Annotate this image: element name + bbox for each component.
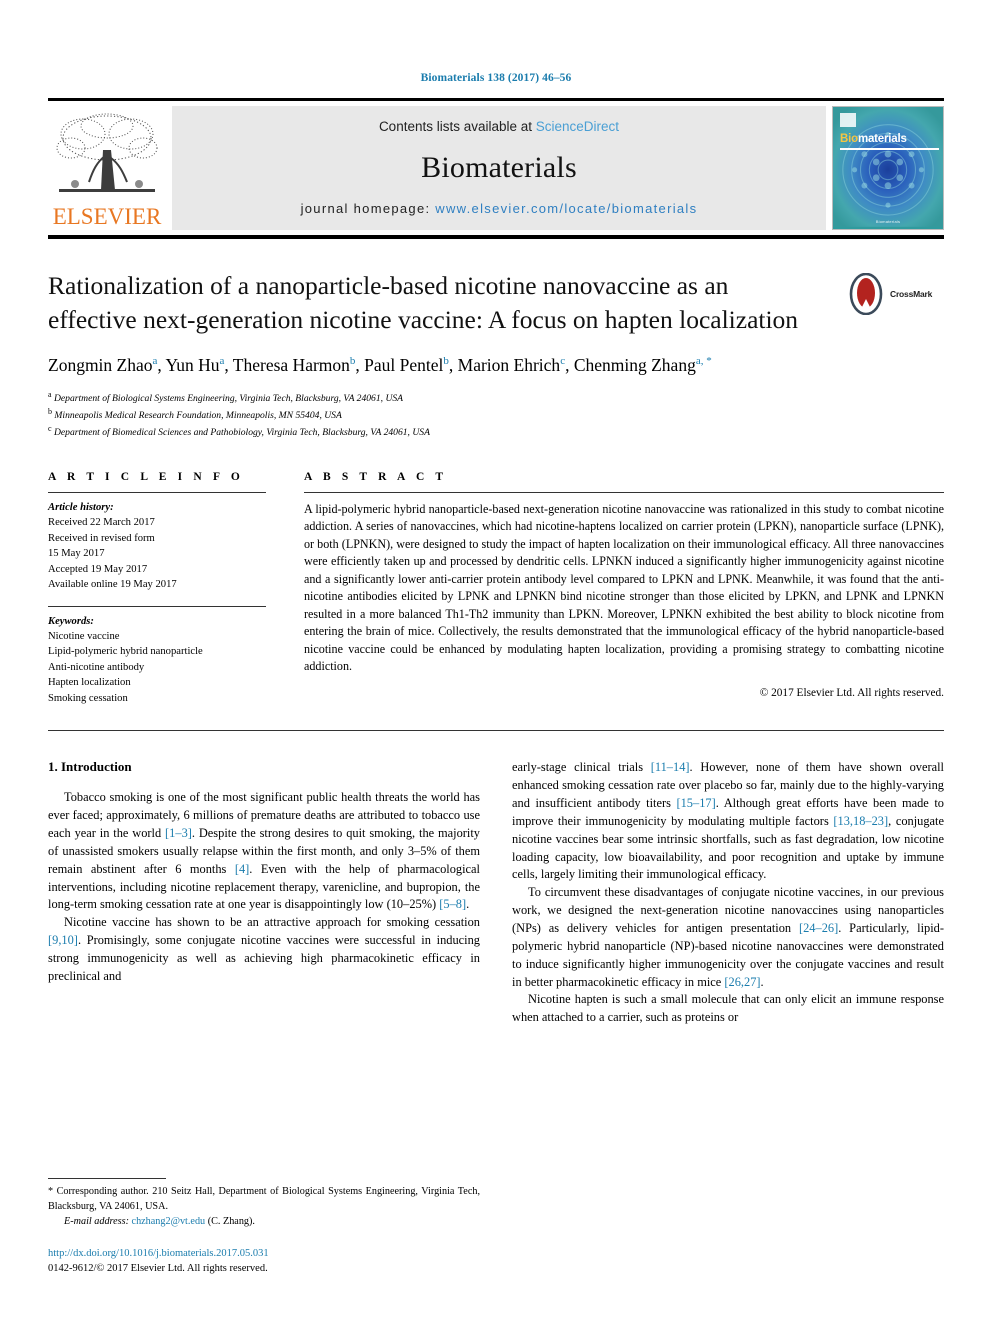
info-abstract-section: A R T I C L E I N F O Article history: R… (48, 471, 944, 706)
body-separator-rule (48, 730, 944, 732)
journal-title: Biomaterials (421, 150, 577, 184)
author-name: Marion Ehrich (457, 355, 561, 376)
footnote-marker: * (48, 1186, 54, 1198)
author-name: Yun Hu (165, 355, 220, 376)
journal-cover-thumbnail[interactable]: Biomaterials Biomaterials (832, 106, 944, 230)
author-name: Paul Pentel (364, 355, 444, 376)
author-item: Zongmin Zhaoa, (48, 355, 166, 375)
journal-info-box: Contents lists available at ScienceDirec… (172, 106, 826, 230)
article-history-label: Article history: (48, 501, 114, 513)
affiliation-mark: c (48, 424, 52, 434)
page-title: Rationalization of a nanoparticle-based … (48, 271, 799, 334)
keyword-item: Anti-nicotine antibody (48, 661, 145, 673)
cover-title-rest: materials (857, 133, 907, 145)
email-suffix: (C. Zhang). (207, 1215, 255, 1227)
footnote-text: Corresponding author. 210 Seitz Hall, De… (48, 1186, 480, 1213)
keyword-item: Lipid-polymeric hybrid nanoparticle (48, 646, 203, 658)
keywords-block: Keywords: Nicotine vaccine Lipid-polymer… (48, 605, 266, 707)
body-paragraph: Nicotine vaccine has shown to be an attr… (48, 915, 480, 983)
cover-footer-text: Biomaterials (875, 219, 901, 224)
body-columns: 1. Introduction Tobacco smoking is one o… (48, 759, 944, 1027)
homepage-prefix: journal homepage: (300, 201, 436, 216)
body-paragraph: To circumvent these disadvantages of con… (512, 885, 944, 989)
author-name: Chenming Zhang (573, 355, 696, 376)
journal-homepage-line: journal homepage: www.elsevier.com/locat… (301, 201, 698, 216)
article-page: Biomaterials 138 (2017) 46–56 ELSEVIER C… (0, 0, 992, 1323)
body-column-right: early-stage clinical trials [11–14]. How… (512, 759, 944, 1027)
author-list: Zongmin Zhaoa, Yun Hua, Theresa Harmonb,… (48, 353, 818, 378)
crossmark-label: CrossMark (890, 289, 933, 299)
title-block: Rationalization of a nanoparticle-based … (48, 269, 944, 441)
author-separator: , (355, 355, 365, 376)
body-column-left: 1. Introduction Tobacco smoking is one o… (48, 759, 480, 1027)
abstract-heading: A B S T R A C T (304, 470, 448, 483)
crossmark-badge[interactable]: CrossMark (846, 271, 942, 317)
affiliation-text: Minneapolis Medical Research Foundation,… (54, 410, 342, 422)
article-info-heading: A R T I C L E I N F O (48, 470, 244, 483)
author-item: Theresa Harmonb, (233, 355, 364, 375)
affiliation-item: b Minneapolis Medical Research Foundatio… (48, 406, 944, 423)
history-item: Received 22 March 2017 (48, 517, 155, 529)
author-affiliation-mark: a, * (695, 355, 712, 368)
elsevier-logo: ELSEVIER (48, 106, 166, 230)
introduction-heading: 1. Introduction (48, 759, 132, 775)
author-name: Zongmin Zhao (48, 355, 153, 376)
sciencedirect-link[interactable]: ScienceDirect (536, 119, 619, 134)
article-info-column: A R T I C L E I N F O Article history: R… (48, 471, 266, 706)
author-separator: , (224, 355, 233, 376)
running-head: Biomaterials 138 (2017) 46–56 (420, 72, 572, 84)
body-paragraph: Nicotine hapten is such a small molecule… (512, 992, 944, 1025)
doi-block: http://dx.doi.org/10.1016/j.biomaterials… (48, 1246, 480, 1278)
keywords-label: Keywords: (48, 615, 94, 627)
cover-divider (840, 148, 939, 150)
history-item: 15 May 2017 (48, 548, 105, 560)
journal-masthead: ELSEVIER Contents lists available at Sci… (48, 98, 944, 239)
corresponding-author-note: * Corresponding author. 210 Seitz Hall, … (48, 1185, 480, 1229)
affiliation-item: c Department of Biomedical Sciences and … (48, 423, 944, 440)
email-label: E-mail address: (64, 1215, 129, 1227)
author-item: Yun Hua, (166, 355, 233, 375)
affiliation-text: Department of Biological Systems Enginee… (53, 392, 404, 404)
author-separator: , (565, 355, 574, 376)
body-paragraph: early-stage clinical trials [11–14]. How… (512, 760, 944, 882)
abstract-copyright: © 2017 Elsevier Ltd. All rights reserved… (759, 686, 944, 699)
abstract-text: A lipid-polymeric hybrid nanoparticle-ba… (304, 501, 944, 674)
cover-journal-title: Biomaterials (840, 133, 907, 145)
affiliation-mark: a (48, 389, 52, 399)
cover-title-accent: Bio (840, 133, 858, 145)
contents-prefix: Contents lists available at (378, 119, 536, 134)
keyword-item: Smoking cessation (48, 692, 128, 704)
author-item: Paul Pentelb, (364, 355, 457, 375)
cover-publisher-badge (840, 113, 856, 127)
footnote-rule (48, 1178, 166, 1180)
issn-copyright-line: 0142-9612/© 2017 Elsevier Ltd. All right… (48, 1263, 268, 1275)
affiliation-item: a Department of Biological Systems Engin… (48, 389, 944, 406)
history-item: Accepted 19 May 2017 (48, 563, 148, 575)
doi-link[interactable]: http://dx.doi.org/10.1016/j.biomaterials… (48, 1246, 480, 1262)
keyword-item: Nicotine vaccine (48, 630, 120, 642)
abstract-column: A B S T R A C T A lipid-polymeric hybrid… (304, 471, 944, 706)
author-name: Theresa Harmon (232, 355, 350, 376)
journal-homepage-link[interactable]: www.elsevier.com/locate/biomaterials (435, 201, 697, 216)
history-item: Available online 19 May 2017 (48, 579, 177, 591)
affiliation-mark: b (48, 407, 52, 417)
author-item: Marion Ehrichc, (458, 355, 574, 375)
affiliation-text: Department of Biomedical Sciences and Pa… (53, 427, 430, 439)
history-item: Received in revised form (48, 532, 155, 544)
article-history-block: Article history: Received 22 March 2017 … (48, 493, 266, 593)
body-paragraph: Tobacco smoking is one of the most signi… (48, 790, 480, 912)
author-separator: , (157, 355, 166, 376)
author-item: Chenming Zhanga, * (574, 355, 712, 375)
corresponding-email-link[interactable]: chzhang2@vt.edu (132, 1216, 206, 1227)
elsevier-tree-icon (56, 113, 158, 192)
crossmark-icon (849, 273, 883, 315)
contents-available-line: Contents lists available at ScienceDirec… (379, 119, 619, 134)
keyword-item: Hapten localization (48, 677, 131, 689)
footnote-block: * Corresponding author. 210 Seitz Hall, … (48, 1178, 480, 1277)
author-separator: , (448, 355, 458, 376)
affiliation-list: a Department of Biological Systems Engin… (48, 389, 944, 441)
elsevier-wordmark: ELSEVIER (52, 204, 162, 229)
